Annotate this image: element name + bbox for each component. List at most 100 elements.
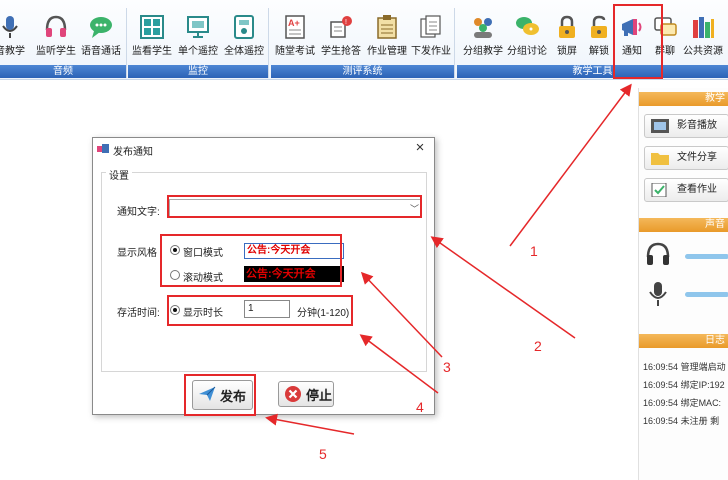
books-icon <box>693 17 714 38</box>
ribbon-button-student-answer[interactable]: ! 学生抢答 <box>321 12 361 66</box>
display-style-label: 显示风格 <box>117 248 157 259</box>
ribbon-button-monitor-students[interactable]: 监听学生 <box>36 12 76 66</box>
ribbon-button-label: 下发作业 <box>411 46 451 57</box>
show-duration-label: 显示时长 <box>183 308 223 319</box>
side-button-label: 文件分享 <box>677 152 717 163</box>
arrow-5 <box>265 413 355 435</box>
ribbon-button-voice-call[interactable]: 语音通话 <box>81 12 121 66</box>
ribbon-button-label: 监看学生 <box>132 46 172 57</box>
ribbon-group-monitoring: 监看学生 单个遥控 全体遥控 监控 <box>128 8 269 78</box>
headset-icon <box>646 242 670 265</box>
microphone-icon <box>2 16 18 38</box>
annotation-number-1: 1 <box>530 243 538 259</box>
ribbon-button-group-chat[interactable]: 群聊 <box>645 12 685 66</box>
arrow-1 <box>509 83 632 247</box>
lock-icon <box>559 15 575 38</box>
log-entry: 16:09:54 绑定IP:192 <box>643 378 725 391</box>
dialog-title-bar[interactable]: 发布通知 × <box>93 138 434 160</box>
svg-text:A+: A+ <box>288 18 300 28</box>
ribbon-button-voice-teaching[interactable]: 音教学 <box>0 12 30 66</box>
ribbon-button-quiz[interactable]: A+ 随堂考试 <box>275 12 315 66</box>
check-clipboard-icon <box>651 183 667 197</box>
annotation-number-5: 5 <box>319 446 327 462</box>
headset-icon <box>45 15 67 37</box>
window-mode-preview: 公告:今天开会 <box>244 243 344 259</box>
chat-bubble-icon <box>90 17 112 38</box>
folder-icon <box>651 153 669 165</box>
remote-all-icon <box>234 15 254 39</box>
publish-notice-dialog: 发布通知 × 设置 通知文字: ﹀ 显示风格 窗口模式 公告:今天开会 滚动模式… <box>92 137 435 415</box>
ribbon-button-label: 单个遥控 <box>178 46 218 57</box>
exam-sheet-icon: A+ <box>285 15 305 39</box>
view-homework-button[interactable]: 查看作业 <box>644 178 728 202</box>
scroll-mode-radio[interactable] <box>170 270 180 280</box>
ribbon-button-single-remote[interactable]: 单个遥控 <box>178 12 218 66</box>
notice-app-icon <box>97 144 109 153</box>
ribbon-group-label: 测评系统 <box>271 65 454 78</box>
monitor-grid-icon <box>140 15 164 39</box>
ribbon-toolbar: 音教学 监听学生 语音通话 音频 监看学生 <box>0 0 728 80</box>
ribbon-button-label: 学生抢答 <box>321 46 361 57</box>
notice-text-combobox[interactable]: ﹀ <box>169 199 422 217</box>
group-users-icon <box>474 18 492 38</box>
log-time: 16:09:54 <box>643 362 679 372</box>
duration-input[interactable]: 1 <box>244 300 290 318</box>
log-text: 管理端启动 <box>680 362 726 372</box>
log-time: 16:09:54 <box>643 380 679 390</box>
log-entry: 16:09:54 未注册 剩 <box>643 414 719 427</box>
stop-button[interactable]: 停止 <box>278 381 334 407</box>
speaker-volume-slider[interactable] <box>685 254 728 259</box>
notice-text-label: 通知文字: <box>117 207 160 218</box>
ribbon-group-teaching-tools: 分组教学 分组讨论 锁屏 解锁 通知 群聊 公共资源 教学工具 <box>457 8 728 78</box>
window-mode-radio[interactable] <box>170 245 180 255</box>
documents-icon <box>420 15 441 38</box>
microphone-icon <box>649 282 667 306</box>
side-button-label: 查看作业 <box>677 184 717 195</box>
annotation-number-2: 2 <box>534 338 542 354</box>
chevron-down-icon[interactable]: ﹀ <box>410 202 419 215</box>
ribbon-button-remote-all[interactable]: 全体遥控 <box>224 12 264 66</box>
log-panel-header: 日志 <box>639 334 728 348</box>
dialog-title: 发布通知 <box>113 147 153 158</box>
log-text: 绑定IP:192 <box>680 380 725 390</box>
scroll-mode-label: 滚动模式 <box>183 273 223 284</box>
window-mode-label: 窗口模式 <box>183 248 223 259</box>
log-time: 16:09:54 <box>643 416 679 426</box>
paper-plane-icon <box>199 386 216 401</box>
duration-label: 存活时间: <box>117 308 160 319</box>
svg-text:!: ! <box>345 19 347 26</box>
close-icon[interactable]: × <box>412 140 428 156</box>
ribbon-button-group-discussion[interactable]: 分组讨论 <box>507 12 547 66</box>
ribbon-button-label: 公共资源 <box>683 46 723 57</box>
ribbon-button-watch-students[interactable]: 监看学生 <box>132 12 172 66</box>
ribbon-group-label: 教学工具 <box>457 65 728 78</box>
ribbon-button-assign-homework[interactable]: 下发作业 <box>411 12 451 66</box>
media-play-button[interactable]: 影音播放 <box>644 114 728 138</box>
teaching-panel-header: 教学 <box>639 92 728 106</box>
ribbon-button-public-resources[interactable]: 公共资源 <box>683 12 723 66</box>
teacher-console: 音教学 监听学生 语音通话 音频 监看学生 <box>0 0 728 480</box>
log-text: 绑定MAC: <box>680 398 722 408</box>
show-duration-radio[interactable] <box>170 305 180 315</box>
ribbon-button-group-teaching[interactable]: 分组教学 <box>463 12 503 66</box>
scroll-mode-preview: 公告:今天开会 <box>244 266 344 282</box>
unlock-icon <box>591 15 607 38</box>
log-entry: 16:09:54 管理端启动 <box>643 360 726 373</box>
sound-panel-header: 声音 <box>639 218 728 232</box>
ribbon-group-evaluation: A+ 随堂考试 ! 学生抢答 作业管理 下发作业 测评系统 <box>271 8 455 78</box>
group-chat-icon <box>654 17 677 36</box>
publish-button[interactable]: 发布 <box>192 380 253 410</box>
clipboard-icon <box>377 15 397 39</box>
file-share-button[interactable]: 文件分享 <box>644 146 728 170</box>
publish-button-label: 发布 <box>220 389 247 404</box>
ribbon-group-label: 音频 <box>0 65 126 78</box>
discussion-icon <box>516 17 539 35</box>
settings-legend: 设置 <box>106 167 132 182</box>
ribbon-group-label: 监控 <box>128 65 268 78</box>
stop-circle-icon <box>285 386 301 402</box>
microphone-volume-slider[interactable] <box>685 292 728 297</box>
film-icon <box>651 119 669 133</box>
remote-screen-icon <box>187 16 209 38</box>
ribbon-button-homework-management[interactable]: 作业管理 <box>367 12 407 66</box>
log-time: 16:09:54 <box>643 398 679 408</box>
